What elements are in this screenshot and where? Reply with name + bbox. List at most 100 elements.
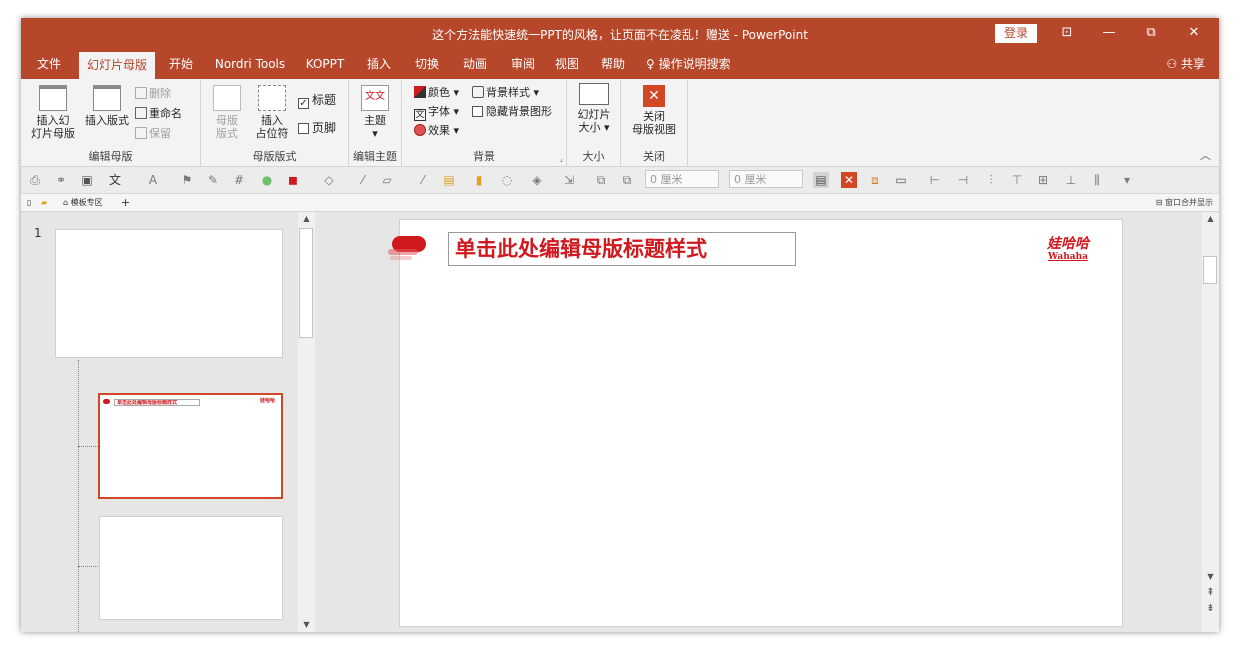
slide-number: 1 bbox=[34, 226, 42, 240]
new-doc-icon[interactable]: ▯ bbox=[27, 196, 31, 209]
arrange-icon[interactable]: ◈ bbox=[529, 172, 545, 188]
format-painter-icon[interactable]: ⚑ bbox=[179, 172, 195, 188]
fonts-button[interactable]: 文字体 ▾ bbox=[414, 103, 459, 121]
tab-insert[interactable]: 插入 bbox=[359, 49, 399, 79]
tab-transitions[interactable]: 切换 bbox=[407, 49, 447, 79]
preserve-label: 保留 bbox=[149, 127, 171, 140]
toolbar-overflow-icon[interactable]: ▾ bbox=[1119, 172, 1135, 188]
slide-canvas[interactable]: 单击此处编辑母版标题样式 娃哈哈 Wahaha bbox=[388, 219, 1123, 627]
distribute-icon[interactable]: ⫶ bbox=[983, 172, 999, 188]
merge-windows-button[interactable]: ⊟ 窗口合并显示 bbox=[1156, 196, 1213, 209]
slide-size-button[interactable]: 幻灯片 大小 ▾ bbox=[571, 83, 617, 134]
width-input[interactable]: 0 厘米 bbox=[645, 170, 719, 188]
slide-size-icon bbox=[579, 83, 609, 105]
mini-title-mark bbox=[103, 399, 110, 404]
mini-logo: 娃哈哈 bbox=[259, 398, 275, 404]
scroll-up-icon[interactable]: ▲ bbox=[1202, 212, 1219, 226]
thumbnail-scroll-thumb[interactable] bbox=[299, 228, 313, 338]
themes-button[interactable]: 文文 主题 ▾ bbox=[355, 85, 395, 140]
title-checkbox[interactable]: ✓ 标题 bbox=[298, 91, 336, 109]
font-color-icon[interactable]: A bbox=[145, 172, 161, 188]
insert-slide-master-button[interactable]: 插入幻 灯片母版 bbox=[27, 85, 79, 140]
slide-scrollbar[interactable]: ▲ ▼ ⇞ ⇟ bbox=[1202, 212, 1219, 632]
scroll-down-icon[interactable]: ▼ bbox=[1202, 570, 1219, 584]
previous-slide-icon[interactable]: ⇞ bbox=[1202, 586, 1219, 600]
text-direction-icon[interactable]: 文 bbox=[107, 172, 123, 188]
footer-checkbox[interactable]: 页脚 bbox=[298, 119, 336, 136]
close-window-icon[interactable]: ✕ bbox=[1174, 23, 1214, 43]
highlight-icon[interactable]: ▤ bbox=[441, 172, 457, 188]
tree-branch bbox=[78, 566, 98, 567]
link-icon[interactable]: ⚭ bbox=[53, 172, 69, 188]
chart-icon[interactable]: ▮ bbox=[471, 172, 487, 188]
tab-file[interactable]: 文件 bbox=[29, 49, 69, 79]
grid-icon[interactable]: # bbox=[231, 172, 247, 188]
align-bottom-icon[interactable]: ⊥ bbox=[1063, 172, 1079, 188]
eyedropper-2-icon[interactable]: ⁄ bbox=[415, 172, 431, 188]
tab-home[interactable]: 开始 bbox=[163, 49, 199, 79]
slide-size-label-1: 幻灯片 bbox=[577, 108, 611, 121]
master-thumbnail[interactable] bbox=[55, 229, 283, 358]
tab-help[interactable]: 帮助 bbox=[593, 49, 633, 79]
thumbnail-scrollbar[interactable]: ▲ ▼ bbox=[298, 212, 315, 632]
preserve-button[interactable]: 保留 bbox=[135, 125, 171, 141]
title-placeholder[interactable]: 单击此处编辑母版标题样式 bbox=[448, 232, 796, 266]
effects-button[interactable]: 效果 ▾ bbox=[414, 122, 459, 138]
hide-background-checkbox[interactable]: 隐藏背景图形 bbox=[472, 103, 552, 119]
tab-koppt[interactable]: KOPPT bbox=[301, 49, 349, 79]
template-area-tab[interactable]: ⌂ 模板专区 bbox=[63, 196, 103, 209]
eyedropper-icon[interactable]: ⁄ bbox=[355, 172, 371, 188]
scroll-up-icon[interactable]: ▲ bbox=[298, 212, 315, 226]
colors-button[interactable]: 颜色 ▾ bbox=[414, 84, 459, 100]
tab-view[interactable]: 视图 bbox=[549, 49, 585, 79]
height-input[interactable]: 0 厘米 bbox=[729, 170, 803, 188]
tab-review[interactable]: 审阅 bbox=[503, 49, 543, 79]
tab-slide-master[interactable]: 幻灯片母版 bbox=[79, 52, 155, 79]
layout-thumbnail-selected[interactable]: 单击此处编辑母版标题样式 娃哈哈 bbox=[98, 393, 283, 499]
shape-fill-icon[interactable]: ● bbox=[259, 172, 275, 188]
share-button[interactable]: ⚇ 共享 bbox=[1166, 49, 1205, 79]
layout-thumbnail[interactable] bbox=[99, 516, 283, 620]
pen-icon[interactable]: ✎ bbox=[205, 172, 221, 188]
tell-me-search[interactable]: ♀ 操作说明搜索 bbox=[646, 49, 731, 79]
next-slide-icon[interactable]: ⇟ bbox=[1202, 602, 1219, 616]
align-top-icon[interactable]: ⊤ bbox=[1009, 172, 1025, 188]
slide-scroll-thumb[interactable] bbox=[1203, 256, 1217, 284]
selection-pane-icon[interactable]: ▤ bbox=[813, 172, 829, 188]
align-icon[interactable]: ⇲ bbox=[561, 172, 577, 188]
outline-icon[interactable]: ▱ bbox=[379, 172, 395, 188]
more-align-icon[interactable]: ⫼ bbox=[1089, 172, 1105, 188]
delete-shape-icon[interactable]: ✕ bbox=[841, 172, 857, 188]
ungroup-icon[interactable]: ⧉ bbox=[619, 172, 635, 188]
border-icon[interactable]: ▭ bbox=[893, 172, 909, 188]
scroll-down-icon[interactable]: ▼ bbox=[298, 618, 315, 632]
background-styles-button[interactable]: 背景样式 ▾ bbox=[472, 84, 539, 100]
login-button[interactable]: 登录 bbox=[995, 24, 1037, 43]
copy-format-icon[interactable]: ⧈ bbox=[867, 172, 883, 188]
align-middle-icon[interactable]: ⊞ bbox=[1035, 172, 1051, 188]
textbox-icon[interactable]: ▣ bbox=[79, 172, 95, 188]
title-accent-mark bbox=[388, 236, 426, 260]
add-tab-button[interactable]: + bbox=[121, 196, 130, 209]
folder-icon[interactable]: ▰ bbox=[41, 196, 47, 209]
print-icon[interactable]: ⎙ bbox=[27, 172, 43, 188]
align-center-icon[interactable]: ⊣ bbox=[955, 172, 971, 188]
insert-placeholder-button[interactable]: 插入 占位符 bbox=[249, 85, 295, 140]
master-layout-button[interactable]: 母版 版式 bbox=[207, 85, 247, 140]
rename-button[interactable]: 重命名 bbox=[135, 105, 182, 121]
minimize-icon[interactable]: — bbox=[1089, 23, 1129, 43]
tab-nordri-tools[interactable]: Nordri Tools bbox=[209, 49, 291, 79]
preserve-icon bbox=[135, 127, 147, 139]
tab-animations[interactable]: 动画 bbox=[455, 49, 495, 79]
restore-icon[interactable]: ⧉ bbox=[1131, 23, 1171, 43]
fill-color-icon[interactable]: ◼ bbox=[285, 172, 301, 188]
collapse-ribbon-icon[interactable]: ︿ bbox=[1200, 147, 1211, 163]
ribbon-display-options-icon[interactable]: ⊡ bbox=[1047, 23, 1087, 43]
close-master-view-button[interactable]: ✕ 关闭 母版视图 bbox=[625, 85, 683, 136]
paint-bucket-icon[interactable]: ◇ bbox=[321, 172, 337, 188]
align-left-icon[interactable]: ⊢ bbox=[927, 172, 943, 188]
shapes-icon[interactable]: ◌ bbox=[499, 172, 515, 188]
delete-button[interactable]: 删除 bbox=[135, 85, 171, 101]
insert-layout-button[interactable]: 插入版式 bbox=[81, 85, 133, 127]
group-icon[interactable]: ⧉ bbox=[593, 172, 609, 188]
